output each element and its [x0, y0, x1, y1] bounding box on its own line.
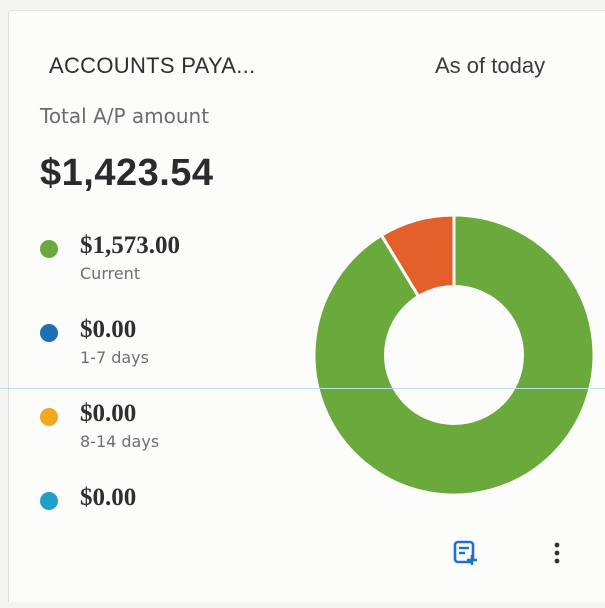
legend-dot — [40, 408, 58, 426]
legend-amount: $0.00 — [80, 316, 137, 343]
donut-hole — [384, 285, 524, 425]
legend-label: Current — [80, 264, 141, 283]
add-to-report-icon[interactable] — [448, 536, 482, 570]
total-amount: $1,423.54 — [40, 152, 214, 194]
legend-dot — [40, 324, 58, 342]
legend-label: 1-7 days — [80, 348, 149, 367]
widget-title[interactable]: ACCOUNTS PAYA... — [49, 53, 256, 79]
total-label: Total A/P amount — [40, 104, 210, 128]
legend-dot — [40, 492, 58, 510]
donut-chart — [312, 213, 596, 497]
legend-label: 8-14 days — [80, 432, 160, 451]
divider-line — [0, 388, 605, 389]
legend-amount: $1,573.00 — [80, 232, 180, 259]
legend-amount: $0.00 — [80, 400, 137, 427]
legend-dot — [40, 240, 58, 258]
period-dropdown[interactable]: As of today — [435, 53, 545, 79]
more-vertical-icon[interactable] — [548, 536, 566, 570]
legend-amount: $0.00 — [80, 484, 137, 511]
